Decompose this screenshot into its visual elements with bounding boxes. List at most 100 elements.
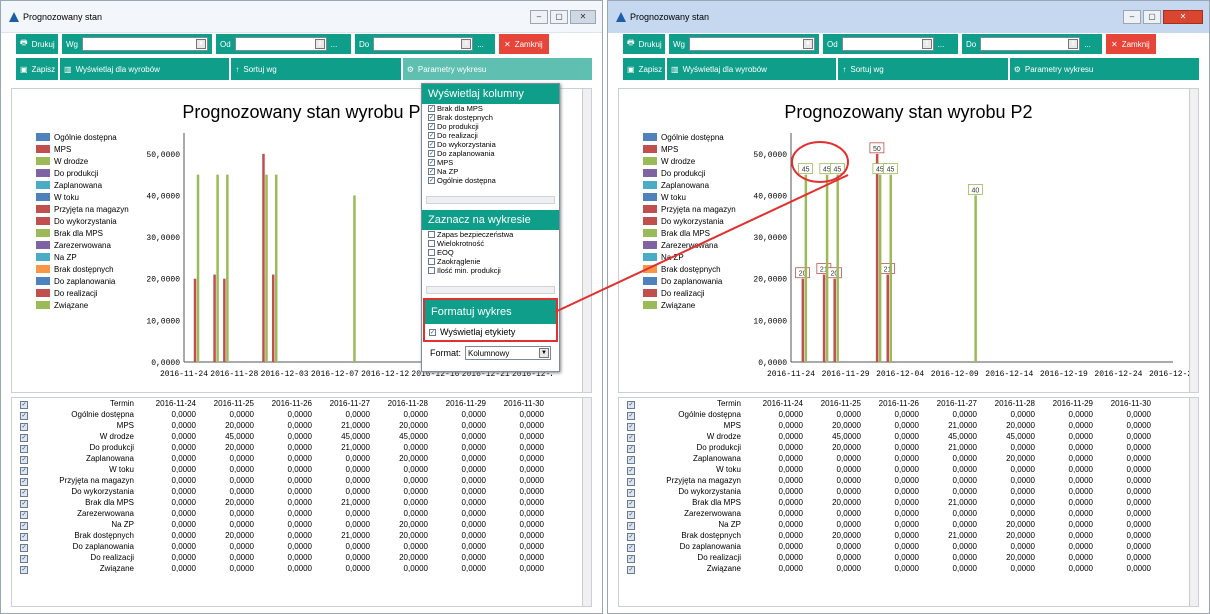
row-checkbox[interactable]: ✓ — [12, 486, 36, 497]
sort-button[interactable]: ↑ Sortuj wg — [231, 58, 401, 80]
save-button[interactable]: ▣ Zapisz — [16, 58, 58, 80]
show-for-products-button[interactable]: ▥ Wyświetlaj dla wyrobów — [667, 58, 837, 80]
row-checkbox[interactable]: ✓ — [12, 442, 36, 453]
row-checkbox[interactable]: ✓ — [619, 541, 643, 552]
row-checkbox[interactable]: ✓ — [619, 398, 643, 409]
legend-swatch — [643, 169, 657, 177]
table-row: ✓ Zaplanowana 0,0000 0,0000 0,0000 0,0000 20,0… — [12, 453, 546, 464]
mark-toggle[interactable]: Wielokrotność — [428, 239, 559, 248]
mark-toggle[interactable]: EOQ — [428, 248, 559, 257]
column-toggle[interactable]: ✓ MPS — [428, 158, 559, 167]
mark-toggle[interactable]: Zaokrąglenie — [428, 257, 559, 266]
spinner-icon[interactable]: ⇕ — [314, 39, 325, 49]
show-for-products-button[interactable]: ▥ Wyświetlaj dla wyrobów — [60, 58, 230, 80]
chart-scrollbar[interactable] — [1189, 89, 1198, 392]
legend-item: Przyjęta na magazyn — [643, 203, 736, 215]
row-checkbox[interactable]: ✓ — [619, 409, 643, 420]
row-checkbox[interactable]: ✓ — [619, 530, 643, 541]
table-cell: 0,0000 — [1068, 454, 1093, 463]
chart-params-button[interactable]: ⚙ Parametry wykresu — [1009, 58, 1199, 80]
table-cell: 0,0000 — [287, 553, 312, 562]
row-checkbox[interactable]: ✓ — [619, 475, 643, 486]
format-row: Format: Kolumnowy ▼ — [430, 346, 552, 360]
row-checkbox[interactable]: ✓ — [12, 530, 36, 541]
column-toggle[interactable]: ✓ Do produkcji — [428, 122, 559, 131]
date-to-picker-button[interactable]: ... — [1084, 40, 1091, 49]
date-to-input[interactable]: 2016-12-29 ⇕ — [373, 37, 474, 51]
row-checkbox[interactable]: ✓ — [12, 398, 36, 409]
minimize-button[interactable]: – — [1123, 10, 1141, 24]
close-button[interactable]: ✕ Zamknij — [1106, 34, 1156, 54]
format-select[interactable]: Kolumnowy ▼ — [465, 346, 552, 360]
row-checkbox[interactable]: ✓ — [12, 508, 36, 519]
column-toggle[interactable]: ✓ Do wykorzystania — [428, 140, 559, 149]
row-checkbox[interactable]: ✓ — [619, 519, 643, 530]
show-labels-checkbox[interactable]: ✓ Wyświetlaj etykiety — [425, 324, 556, 340]
date-from-picker-button[interactable]: ... — [938, 40, 945, 49]
column-toggle[interactable]: ✓ Brak dla MPS — [428, 104, 559, 113]
row-checkbox[interactable]: ✓ — [12, 497, 36, 508]
table-cell: 20,0000 — [399, 520, 428, 529]
row-checkbox[interactable]: ✓ — [619, 442, 643, 453]
close-button[interactable]: ✕ Zamknij — [499, 34, 549, 54]
row-checkbox[interactable]: ✓ — [12, 541, 36, 552]
print-button[interactable]: 🖶 Drukuj — [16, 34, 58, 54]
grid-scrollbar[interactable] — [1189, 398, 1198, 606]
row-checkbox[interactable]: ✓ — [12, 475, 36, 486]
save-button[interactable]: ▣ Zapisz — [623, 58, 665, 80]
row-checkbox[interactable]: ✓ — [12, 563, 36, 574]
maximize-button[interactable]: ▢ — [1143, 10, 1161, 24]
column-toggle[interactable]: ✓ Na ZP — [428, 167, 559, 176]
group-by-select[interactable]: Dni ▼ — [689, 37, 815, 51]
grid-scrollbar[interactable] — [582, 398, 591, 606]
row-checkbox[interactable]: ✓ — [12, 431, 36, 442]
chevron-down-icon[interactable]: ▼ — [196, 39, 206, 49]
column-toggle[interactable]: ✓ Brak dostępnych — [428, 113, 559, 122]
spinner-icon[interactable]: ⇕ — [1068, 39, 1079, 49]
row-checkbox[interactable]: ✓ — [619, 431, 643, 442]
spinner-icon[interactable]: ⇕ — [921, 39, 932, 49]
print-button[interactable]: 🖶 Drukuj — [623, 34, 665, 54]
row-checkbox[interactable]: ✓ — [12, 409, 36, 420]
spinner-icon[interactable]: ⇕ — [461, 39, 472, 49]
chart-scrollbar[interactable] — [582, 89, 591, 392]
row-checkbox[interactable]: ✓ — [619, 486, 643, 497]
close-window-button[interactable]: ✕ — [1163, 10, 1203, 24]
row-checkbox[interactable]: ✓ — [12, 519, 36, 530]
table-cell: 0,0000 — [778, 421, 803, 430]
row-checkbox[interactable]: ✓ — [619, 552, 643, 563]
table-cell: 0,0000 — [778, 487, 803, 496]
columns-hscroll[interactable] — [426, 196, 555, 204]
row-checkbox[interactable]: ✓ — [12, 453, 36, 464]
checkbox-checked-icon: ✓ — [20, 499, 28, 508]
row-checkbox[interactable]: ✓ — [12, 420, 36, 431]
date-from-input[interactable]: 2016-11-24 ⇕ — [234, 37, 327, 51]
chevron-down-icon[interactable]: ▼ — [803, 39, 813, 49]
row-checkbox[interactable]: ✓ — [619, 420, 643, 431]
marks-hscroll[interactable] — [426, 286, 555, 294]
row-checkbox[interactable]: ✓ — [619, 563, 643, 574]
minimize-button[interactable]: – — [530, 9, 548, 24]
column-toggle[interactable]: ✓ Do realizacji — [428, 131, 559, 140]
column-toggle[interactable]: ✓ Ogólnie dostępna — [428, 176, 559, 185]
close-window-button[interactable]: ✕ — [570, 9, 596, 24]
row-checkbox[interactable]: ✓ — [12, 464, 36, 475]
row-checkbox[interactable]: ✓ — [619, 464, 643, 475]
date-from-picker-button[interactable]: ... — [331, 40, 338, 49]
mark-toggle[interactable]: Zapas bezpieczeństwa — [428, 230, 559, 239]
mark-toggle[interactable]: Ilość min. produkcji — [428, 266, 559, 275]
group-by-select[interactable]: Dni ▼ — [82, 37, 208, 51]
row-checkbox[interactable]: ✓ — [619, 453, 643, 464]
chevron-down-icon[interactable]: ▼ — [539, 348, 550, 358]
date-from-input[interactable]: 2016-11-24 ⇕ — [841, 37, 934, 51]
table-cell: 0,0000 — [287, 421, 312, 430]
date-to-picker-button[interactable]: ... — [477, 40, 484, 49]
date-to-input[interactable]: 2016-12-29 ⇕ — [980, 37, 1081, 51]
maximize-button[interactable]: ▢ — [550, 9, 568, 24]
row-checkbox[interactable]: ✓ — [619, 508, 643, 519]
row-checkbox[interactable]: ✓ — [12, 552, 36, 563]
row-checkbox[interactable]: ✓ — [619, 497, 643, 508]
chart-params-button[interactable]: ⚙ Parametry wykresu — [402, 58, 592, 80]
column-toggle[interactable]: ✓ Do zaplanowania — [428, 149, 559, 158]
sort-button[interactable]: ↑ Sortuj wg — [838, 58, 1008, 80]
